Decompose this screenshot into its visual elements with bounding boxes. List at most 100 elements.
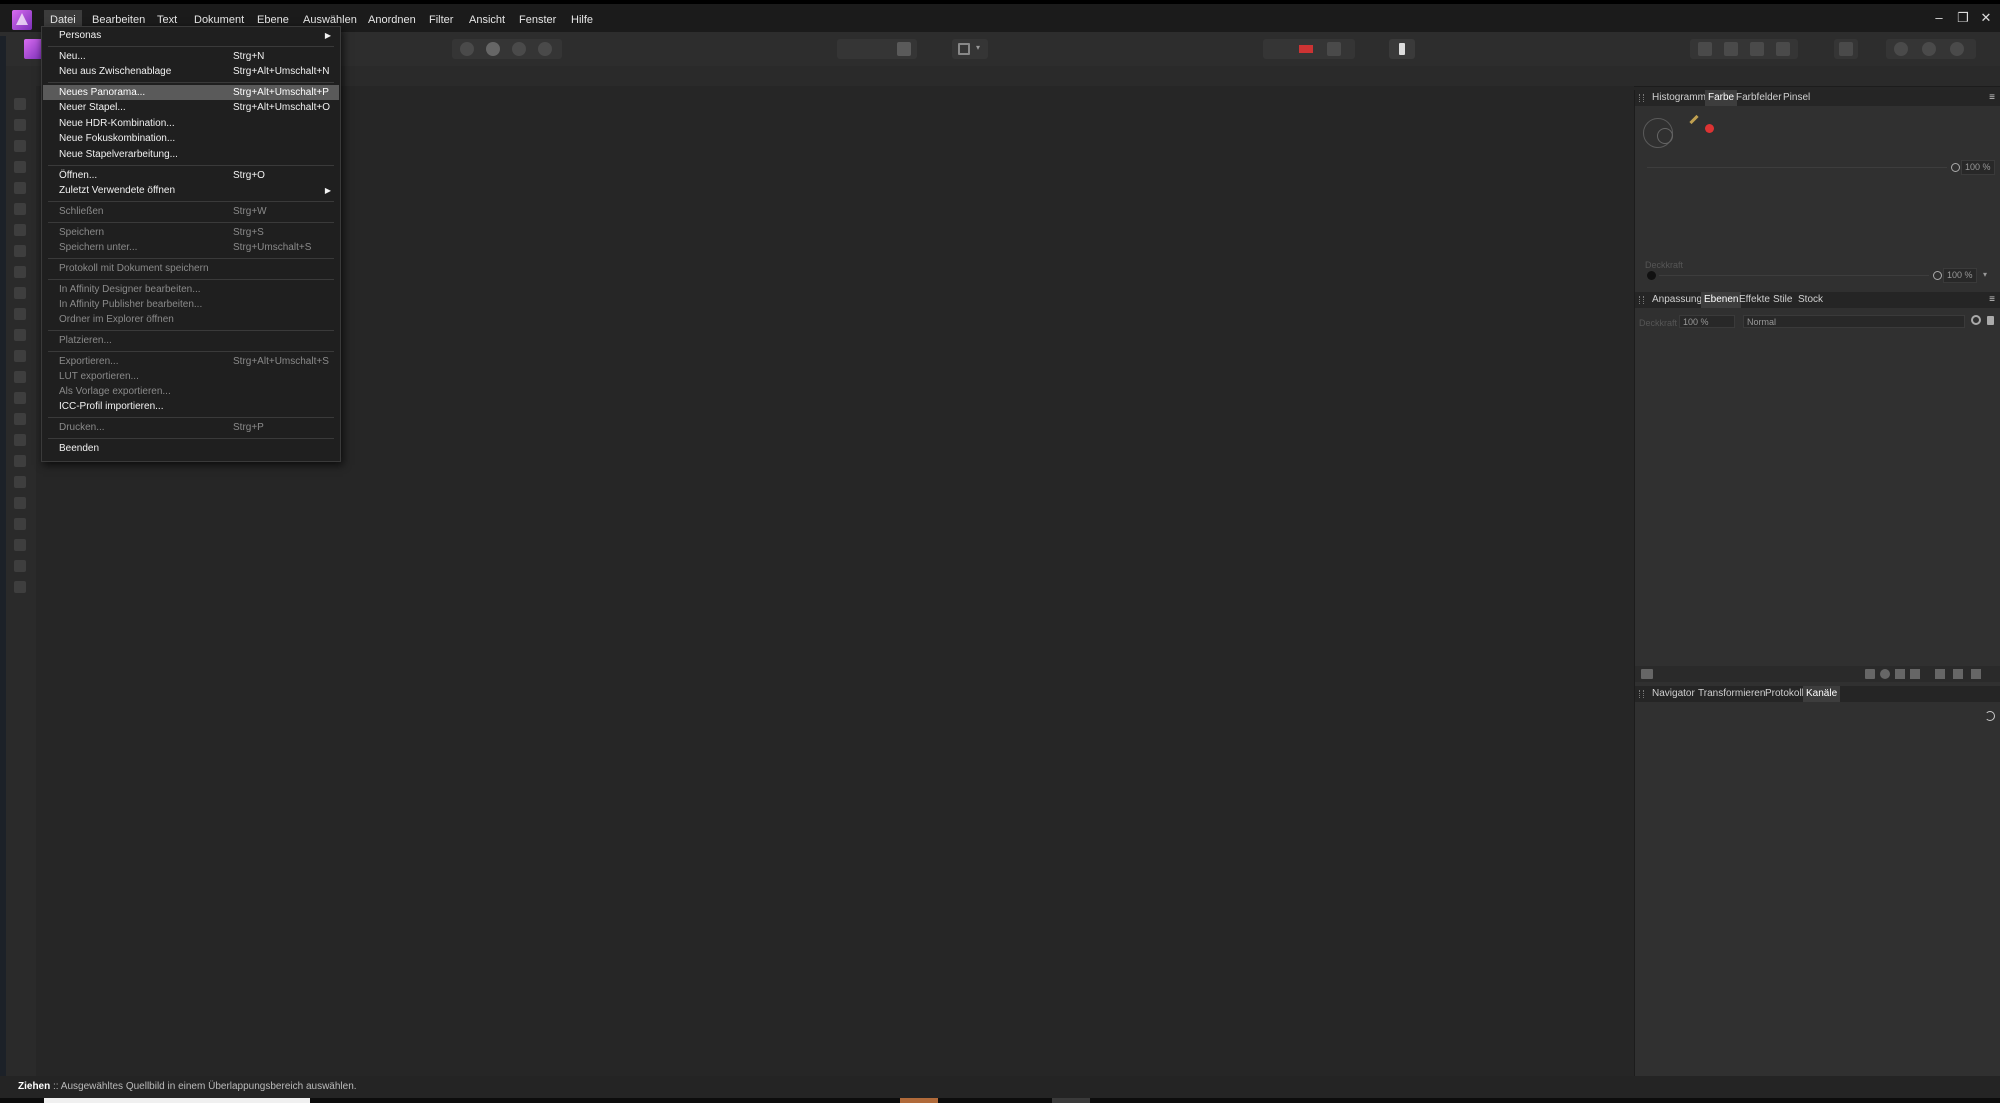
gear-icon[interactable] (1971, 315, 1981, 325)
pen-tool-icon[interactable] (14, 476, 26, 488)
current-color-swatch[interactable] (1705, 124, 1714, 133)
minimize-button[interactable]: – (1929, 9, 1949, 27)
menu-item-schliessen[interactable]: Schließen Strg+W (43, 204, 339, 219)
panel-grip-icon[interactable] (1639, 690, 1644, 698)
menu-anordnen[interactable]: Anordnen (362, 10, 422, 30)
panel-grip-icon[interactable] (1639, 94, 1644, 102)
menu-item-neue-fokuskombination[interactable]: Neue Fokuskombination... (43, 131, 339, 146)
paint-brush-icon[interactable] (14, 266, 26, 278)
noise-slider-knob[interactable] (1933, 271, 1942, 280)
grid-icon[interactable] (1724, 42, 1738, 56)
taskbar-search[interactable] (44, 1098, 310, 1103)
panel-menu-icon[interactable]: ≡ (1989, 90, 1995, 106)
dodge-tool-icon[interactable] (14, 350, 26, 362)
mask-layer-icon[interactable] (1865, 669, 1875, 679)
zoom-tool-icon[interactable] (14, 560, 26, 572)
menu-item-neu[interactable]: Neu... Strg+N (43, 49, 339, 64)
menu-item-affinity-designer[interactable]: In Affinity Designer bearbeiten... (43, 282, 339, 297)
subtract-icon[interactable] (1922, 42, 1936, 56)
menu-item-lut-exportieren[interactable]: LUT exportieren... (43, 369, 339, 384)
tab-pinsel[interactable]: Pinsel (1780, 90, 1813, 106)
auto-colors-icon[interactable] (512, 42, 526, 56)
close-button[interactable]: ✕ (1976, 9, 1996, 27)
add-icon[interactable] (1894, 42, 1908, 56)
tab-transformieren[interactable]: Transformieren (1695, 686, 1768, 702)
menu-item-als-vorlage[interactable]: Als Vorlage exportieren... (43, 384, 339, 399)
mirror-view-icon[interactable] (1327, 42, 1341, 56)
menu-item-platzieren[interactable]: Platzieren... (43, 333, 339, 348)
chevron-down-icon[interactable]: ▾ (1983, 270, 1987, 279)
fill-tool-icon[interactable] (14, 329, 26, 341)
vector-crop-icon[interactable] (1910, 669, 1920, 679)
freehand-select-icon[interactable] (14, 245, 26, 257)
auto-levels-icon[interactable] (460, 42, 474, 56)
opacity-slider[interactable] (1647, 167, 1947, 168)
mask-icon[interactable] (897, 42, 911, 56)
taskbar-app[interactable] (1052, 1098, 1090, 1103)
menu-filter[interactable]: Filter (423, 10, 459, 30)
healing-tool-icon[interactable] (14, 413, 26, 425)
split-view-icon[interactable] (1299, 45, 1313, 53)
restore-button[interactable]: ❐ (1953, 9, 1973, 27)
menu-item-neues-panorama[interactable]: Neues Panorama... Strg+Alt+Umschalt+P (43, 85, 339, 100)
blend-mode-dropdown[interactable]: Normal (1743, 315, 1965, 328)
distribute-icon[interactable] (1776, 42, 1790, 56)
marquee-tool-icon[interactable] (14, 224, 26, 236)
opacity-slider-knob[interactable] (1951, 163, 1960, 172)
view-tool-icon[interactable] (14, 119, 26, 131)
align-icon[interactable] (1750, 42, 1764, 56)
selection-brush-icon[interactable] (14, 182, 26, 194)
menu-ansicht[interactable]: Ansicht (463, 10, 511, 30)
noise-value[interactable]: 100 % (1943, 268, 1977, 283)
menu-item-speichern-unter[interactable]: Speichern unter... Strg+Umschalt+S (43, 240, 339, 255)
move-tool-icon[interactable] (14, 98, 26, 110)
text-tool-icon[interactable] (14, 539, 26, 551)
tab-stock[interactable]: Stock (1795, 292, 1826, 308)
menu-hilfe[interactable]: Hilfe (565, 10, 599, 30)
snap-icon[interactable] (1698, 42, 1712, 56)
panel-menu-icon[interactable]: ≡ (1989, 292, 1995, 308)
chevron-down-icon[interactable]: ▾ (976, 43, 980, 52)
layer-opacity-dropdown[interactable]: 100 % (1679, 315, 1735, 328)
refresh-icon[interactable] (1985, 711, 1995, 721)
tab-farbfelder[interactable]: Farbfelder (1733, 90, 1785, 106)
menu-item-oeffnen[interactable]: Öffnen... Strg+O (43, 168, 339, 183)
menu-item-protokoll-speichern[interactable]: Protokoll mit Dokument speichern (43, 261, 339, 276)
crop-tool-icon[interactable] (14, 161, 26, 173)
add-layer-icon[interactable] (1953, 669, 1963, 679)
assistant-icon[interactable] (1399, 43, 1405, 55)
menu-item-ordner-explorer[interactable]: Ordner im Explorer öffnen (43, 312, 339, 327)
menu-item-neuer-stapel[interactable]: Neuer Stapel... Strg+Alt+Umschalt+O (43, 100, 339, 115)
menu-fenster[interactable]: Fenster (513, 10, 562, 30)
tab-anpassung[interactable]: Anpassung (1649, 292, 1705, 308)
fill-stroke-swatch-icon[interactable] (1657, 128, 1673, 144)
blemish-tool-icon[interactable] (14, 434, 26, 446)
tab-effekte[interactable]: Effekte (1736, 292, 1773, 308)
tab-navigator[interactable]: Navigator (1649, 686, 1698, 702)
node-tool-icon[interactable] (14, 497, 26, 509)
menu-item-neue-hdr-kombination[interactable]: Neue HDR-Kombination... (43, 116, 339, 131)
shape-tool-icon[interactable] (14, 518, 26, 530)
menu-item-exportieren[interactable]: Exportieren... Strg+Alt+Umschalt+S (43, 354, 339, 369)
auto-contrast-icon[interactable] (486, 42, 500, 56)
intersect-icon[interactable] (1950, 42, 1964, 56)
opacity-value[interactable]: 100 % (1961, 160, 1995, 175)
layer-stack-icon[interactable] (1641, 669, 1653, 679)
fx-icon[interactable] (1895, 669, 1905, 679)
hand-tool-icon[interactable] (14, 581, 26, 593)
tab-kanaele[interactable]: Kanäle (1803, 686, 1841, 702)
menu-item-beenden[interactable]: Beenden (43, 441, 339, 456)
tab-histogramm[interactable]: Histogramm (1649, 90, 1709, 106)
erase-tool-icon[interactable] (14, 308, 26, 320)
folder-icon[interactable] (1935, 669, 1945, 679)
lock-icon[interactable] (1987, 316, 1994, 325)
menu-item-icc-profil[interactable]: ICC-Profil importieren... (43, 399, 339, 414)
adjustment-layer-icon[interactable] (1880, 669, 1890, 679)
burn-tool-icon[interactable] (14, 371, 26, 383)
flood-select-icon[interactable] (14, 203, 26, 215)
menu-item-drucken[interactable]: Drucken... Strg+P (43, 420, 339, 435)
noise-slider[interactable] (1659, 275, 1929, 276)
eyedropper-icon[interactable] (1689, 114, 1699, 125)
delete-layer-icon[interactable] (1971, 669, 1981, 679)
menu-item-neu-aus-zwischenablage[interactable]: Neu aus Zwischenablage Strg+Alt+Umschalt+… (43, 64, 339, 79)
